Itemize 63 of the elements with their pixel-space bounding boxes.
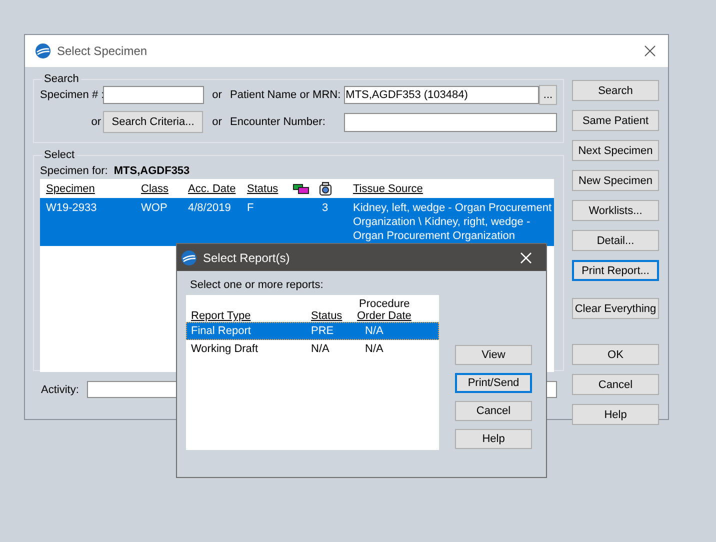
list-row[interactable]: Final Report PRE N/A (186, 322, 439, 340)
specimen-for-label: Specimen for: (40, 165, 108, 177)
list-row[interactable]: Working Draft N/A N/A (186, 340, 439, 358)
list-cell-text: Working Draft (190, 343, 260, 355)
table-cell-text: F (246, 201, 255, 216)
action-button[interactable]: Cancel (572, 374, 659, 395)
action-button[interactable]: Clear Everything (572, 298, 659, 319)
list-cell-text: N/A (310, 343, 330, 355)
field-label: Specimen # : (40, 89, 103, 101)
list-cell-text: N/A (364, 325, 384, 337)
table-cell-text: 3 (321, 201, 330, 216)
group-label: Select (43, 149, 76, 161)
column-header[interactable]: Report Type (191, 310, 306, 322)
action-button[interactable]: Detail... (572, 230, 659, 251)
table-cell-text: Kidney, left, wedge - Organ Procurement Organization \ Kidney, right, wedge - Organ Procurement Organization (352, 201, 553, 244)
activity-label: Activity: (41, 384, 79, 396)
logo-icon (181, 250, 197, 266)
list-cell-text: N/A (364, 343, 384, 355)
action-button[interactable]: Search (572, 80, 659, 101)
column-header[interactable]: Tissue Source (347, 182, 554, 194)
action-button[interactable]: OK (572, 344, 659, 365)
group-label: Search (43, 73, 80, 85)
or-label: or (211, 89, 223, 101)
window-title: Select Report(s) (203, 250, 291, 264)
action-button[interactable]: Help (455, 429, 532, 449)
field-label: Encounter Number: (230, 116, 326, 128)
search-criteria-button[interactable]: Search Criteria... (103, 111, 203, 133)
column-header: Procedure (358, 298, 411, 310)
specimen-field[interactable] (103, 86, 204, 104)
browse-button[interactable]: ... (539, 85, 557, 105)
window-title: Select Specimen (57, 44, 148, 58)
tubes-icon[interactable] (293, 184, 309, 194)
patient-name: MTS,AGDF353 (114, 165, 190, 177)
action-button[interactable]: Cancel (455, 401, 532, 421)
action-button[interactable]: View (455, 345, 532, 365)
patient-field[interactable]: MTS,AGDF353 (103484) (344, 86, 539, 104)
close-icon[interactable] (644, 45, 656, 57)
table-row[interactable]: W19-2933 WOP 4/8/2019 F 3 Kidney, left, wedge - Organ Procurement Organization \ Kidney, right, wedge - Organ Procurement Organization (40, 198, 554, 246)
or-label: or (90, 116, 102, 128)
list-cell-text: Final Report (190, 325, 252, 337)
encounter-field[interactable] (344, 112, 557, 132)
action-button[interactable]: Print/Send (455, 373, 532, 393)
prompt-text: Select one or more reports: (189, 279, 324, 291)
column-header[interactable]: Class (135, 182, 182, 194)
action-button[interactable]: Worklists... (572, 200, 659, 221)
camera-icon[interactable] (319, 182, 332, 196)
table-cell-text: WOP (140, 201, 168, 216)
column-header[interactable]: Status (241, 182, 287, 194)
column-header[interactable]: Status (311, 310, 352, 322)
column-header[interactable]: Order Date (357, 310, 439, 322)
action-button[interactable]: New Specimen (572, 170, 659, 191)
table-cell-text: 4/8/2019 (187, 201, 232, 216)
field-label: Patient Name or MRN: (230, 89, 341, 101)
action-button[interactable]: Help (572, 404, 659, 425)
table-cell-text: W19-2933 (45, 201, 98, 216)
action-button[interactable]: Same Patient (572, 110, 659, 131)
column-header[interactable]: Acc. Date (182, 182, 241, 194)
action-button[interactable]: Next Specimen (572, 140, 659, 161)
list-cell-text: PRE (310, 325, 335, 337)
logo-icon (35, 43, 51, 59)
column-header[interactable]: Specimen (40, 182, 135, 194)
or-label: or (211, 116, 223, 128)
action-button[interactable]: Print Report... (572, 260, 659, 281)
